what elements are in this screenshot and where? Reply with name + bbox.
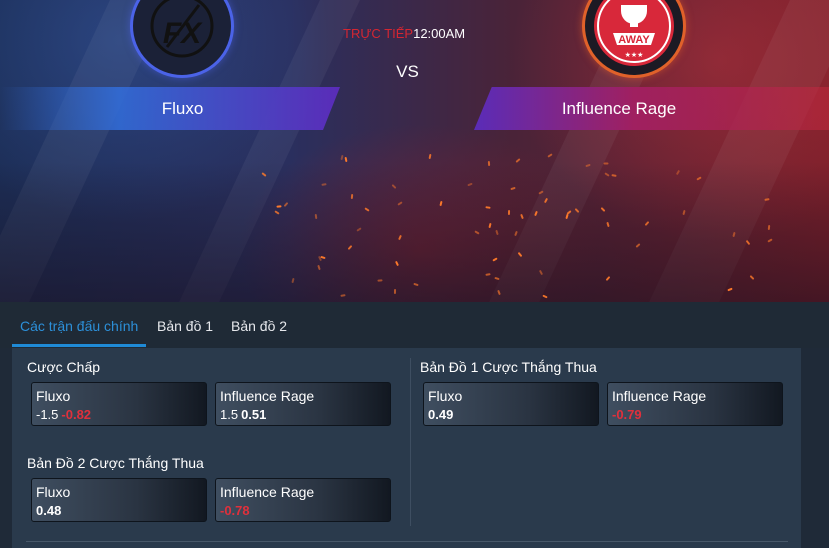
match-page: FX TRỰC TIẾP12:00AM VS AWAY ★★★ Fluxo In… (0, 0, 829, 548)
odds-button-home-map2[interactable]: Fluxo 0.48 (31, 478, 207, 522)
market-tabs: Các trận đấu chính Bản đồ 1 Bản đồ 2 (0, 302, 829, 348)
odds-value: -0.79 (612, 407, 642, 422)
away-crest-icon: AWAY ★★★ (594, 0, 674, 66)
markets-panel: Cược Chấp Fluxo -1.5 -0.82 Influence Rage… (12, 348, 801, 548)
away-team-logo: AWAY ★★★ (582, 0, 686, 78)
tab-map-2[interactable]: Bản đồ 2 (231, 318, 287, 334)
odds-team-label: Fluxo (428, 388, 463, 404)
handicap-value: 1.5 (220, 407, 239, 422)
home-team-name: Fluxo (161, 99, 204, 118)
svg-text:★★★: ★★★ (625, 51, 644, 59)
odds-value: 0.48 (36, 503, 62, 518)
odds-button-home-handicap[interactable]: Fluxo -1.5 -0.82 (31, 382, 207, 426)
odds-value: -0.78 (220, 503, 250, 518)
handicap-value: -1.5 (36, 407, 59, 422)
tab-main-matches[interactable]: Các trận đấu chính (20, 318, 138, 334)
tab-map-1[interactable]: Bản đồ 1 (157, 318, 213, 334)
match-time: 12:00AM (413, 26, 466, 41)
odds-value: -0.82 (61, 407, 92, 422)
odds-button-away-map2[interactable]: Influence Rage -0.78 (215, 478, 391, 522)
odds-button-home-map1[interactable]: Fluxo 0.49 (423, 382, 599, 426)
market-title-handicap: Cược Chấp (27, 359, 101, 375)
live-status: TRỰC TIẾP12:00AM (343, 26, 465, 41)
active-tab-indicator (12, 344, 146, 347)
odds-button-away-handicap[interactable]: Influence Rage 1.5 0.51 (215, 382, 391, 426)
odds-button-away-map1[interactable]: Influence Rage -0.79 (607, 382, 783, 426)
away-team-name: Influence Rage (561, 99, 677, 118)
market-title-map2-moneyline: Bản Đồ 2 Cược Thắng Thua (27, 455, 204, 471)
match-hero: FX TRỰC TIẾP12:00AM VS AWAY ★★★ Fluxo In… (0, 0, 829, 302)
odds-team-label: Fluxo (36, 388, 71, 404)
odds-value: 0.49 (428, 407, 454, 422)
odds-team-label: Influence Rage (612, 388, 707, 404)
market-title-map1-moneyline: Bản Đồ 1 Cược Thắng Thua (420, 359, 597, 375)
vs-label: VS (396, 62, 419, 81)
odds-team-label: Influence Rage (220, 388, 315, 404)
live-label: TRỰC TIẾP (343, 26, 414, 41)
odds-team-label: Influence Rage (220, 484, 315, 500)
odds-value: 0.51 (241, 407, 267, 422)
odds-team-label: Fluxo (36, 484, 71, 500)
svg-text:AWAY: AWAY (618, 34, 650, 46)
